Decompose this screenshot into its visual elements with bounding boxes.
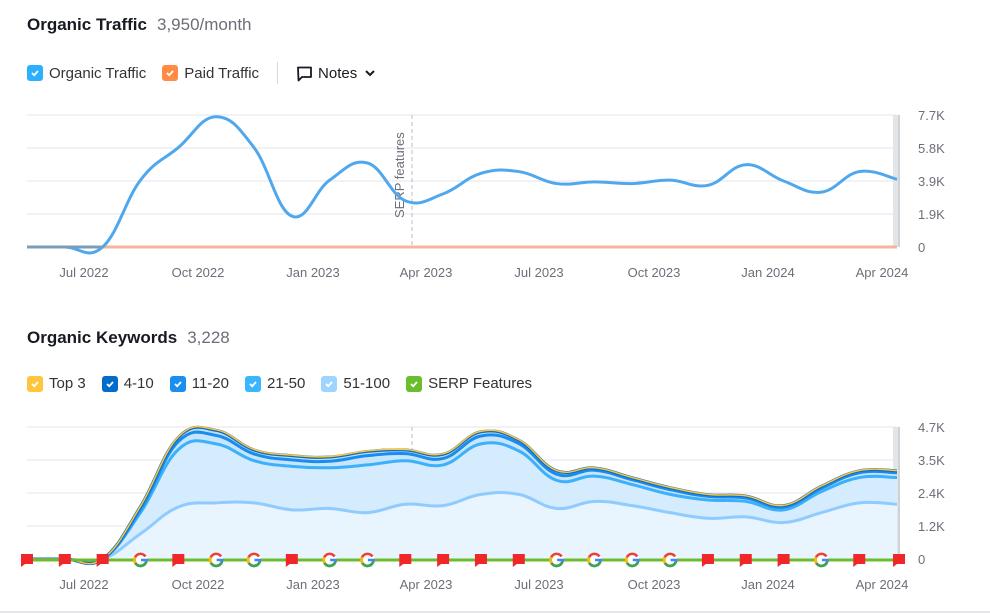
note-flag-icon[interactable] <box>474 554 487 567</box>
note-flag-icon[interactable] <box>437 554 450 567</box>
note-flag-icon[interactable] <box>777 554 790 567</box>
x-tick-label: Apr 2023 <box>400 577 453 592</box>
y-tick-label: 1.2K <box>918 519 945 534</box>
note-flag-icon[interactable] <box>399 554 412 567</box>
x-tick-label: Jan 2024 <box>741 577 795 592</box>
note-flag-icon[interactable] <box>58 554 71 567</box>
y-tick-label: 0 <box>918 552 925 567</box>
google-update-icon[interactable] <box>814 552 829 568</box>
google-update-icon[interactable] <box>587 552 602 568</box>
bottom-divider <box>0 611 990 613</box>
note-flag-icon[interactable] <box>96 554 109 567</box>
google-update-icon[interactable] <box>322 552 337 568</box>
note-flag-icon[interactable] <box>285 554 298 567</box>
x-tick-label: Jan 2023 <box>286 577 340 592</box>
note-flag-icon[interactable] <box>172 554 185 567</box>
google-update-icon[interactable] <box>662 552 678 568</box>
note-flag-icon[interactable] <box>739 554 752 567</box>
x-tick-label: Apr 2024 <box>856 577 909 592</box>
y-tick-label: 3.5K <box>918 453 945 468</box>
x-tick-label: Jul 2022 <box>59 577 108 592</box>
note-flag-icon[interactable] <box>512 554 525 567</box>
range-handle-edge[interactable] <box>898 427 900 559</box>
note-flag-icon[interactable] <box>853 554 866 567</box>
x-tick-label: Jul 2023 <box>514 577 563 592</box>
note-flag-icon[interactable] <box>893 554 905 567</box>
keywords-chart[interactable]: 0 1.2K 2.4K 3.5K 4.7K Jul 2022 Oct 2022 Jan 202… <box>0 0 990 612</box>
google-update-icon[interactable] <box>360 552 375 568</box>
note-flag-icon[interactable] <box>701 554 714 567</box>
x-tick-label: Oct 2022 <box>172 577 225 592</box>
x-tick-label: Oct 2023 <box>628 577 681 592</box>
google-update-icon[interactable] <box>133 552 148 568</box>
note-flag-icon[interactable] <box>21 554 33 567</box>
y-tick-label: 2.4K <box>918 486 945 501</box>
google-update-icon[interactable] <box>624 552 640 568</box>
google-update-icon[interactable] <box>246 552 262 568</box>
y-tick-label: 4.7K <box>918 420 945 435</box>
google-update-icon[interactable] <box>549 552 564 568</box>
google-update-icon[interactable] <box>208 552 224 568</box>
